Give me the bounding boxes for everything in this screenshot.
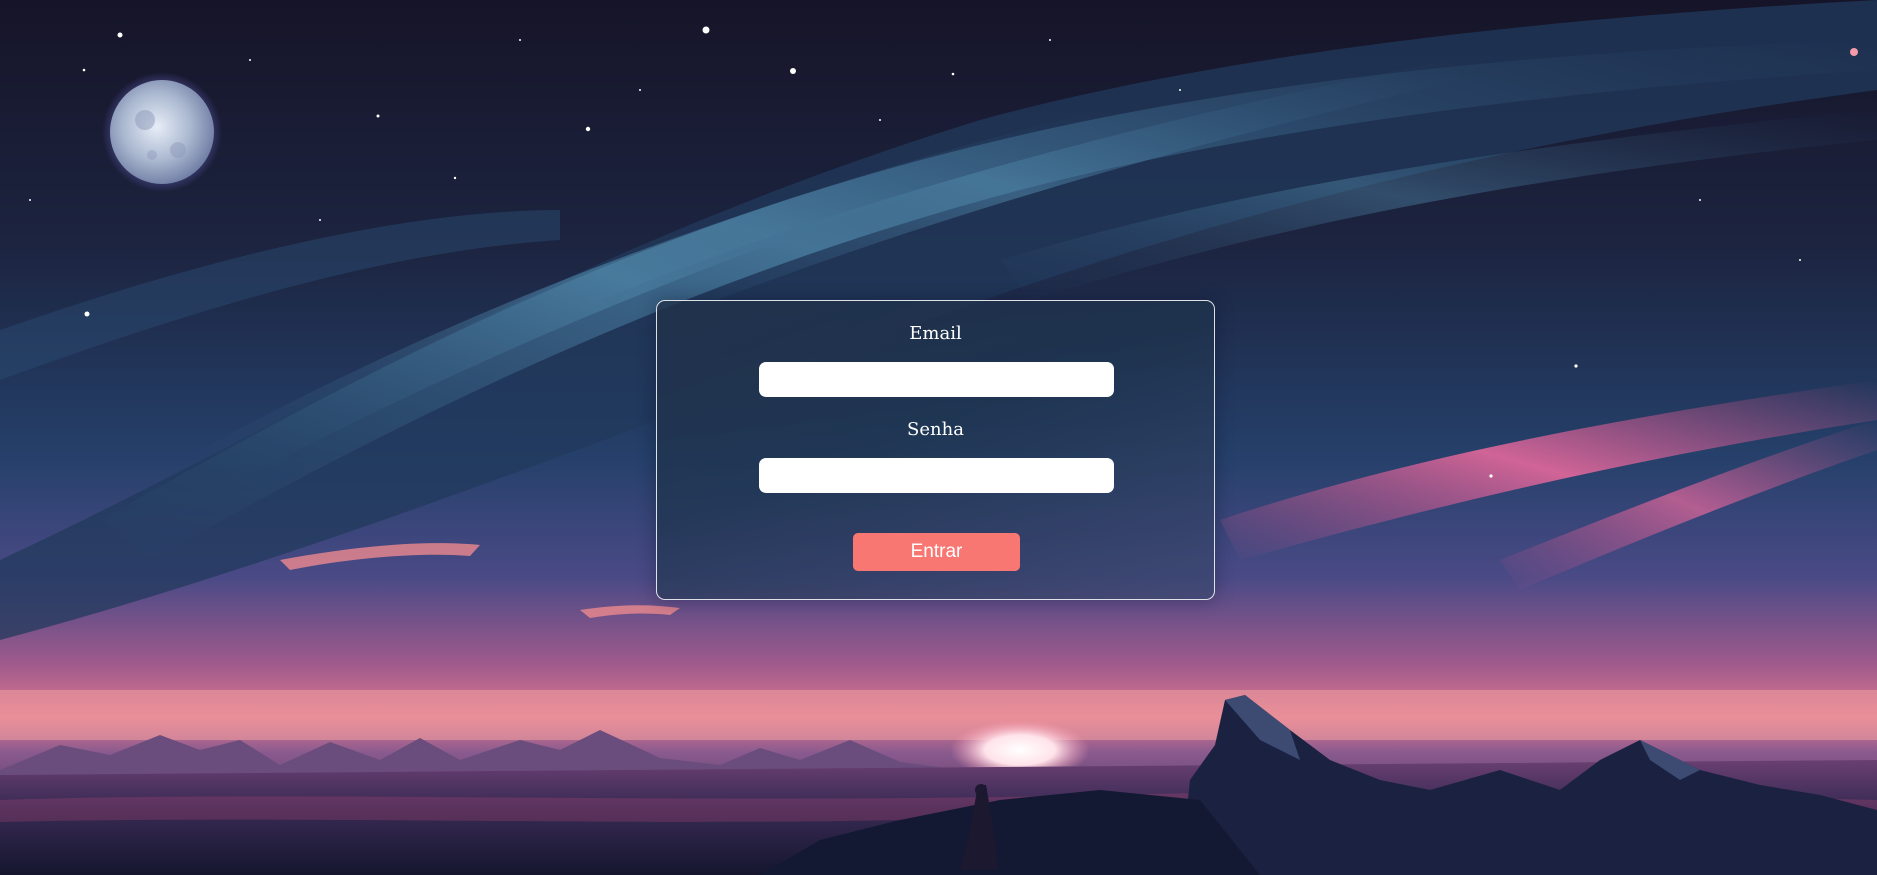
password-input[interactable] [759,458,1114,493]
email-label: Email [909,323,962,344]
enter-button[interactable]: Entrar [853,533,1020,571]
senha-label: Senha [907,419,964,440]
email-input[interactable] [759,362,1114,397]
login-card: Email Senha Entrar [656,300,1215,600]
